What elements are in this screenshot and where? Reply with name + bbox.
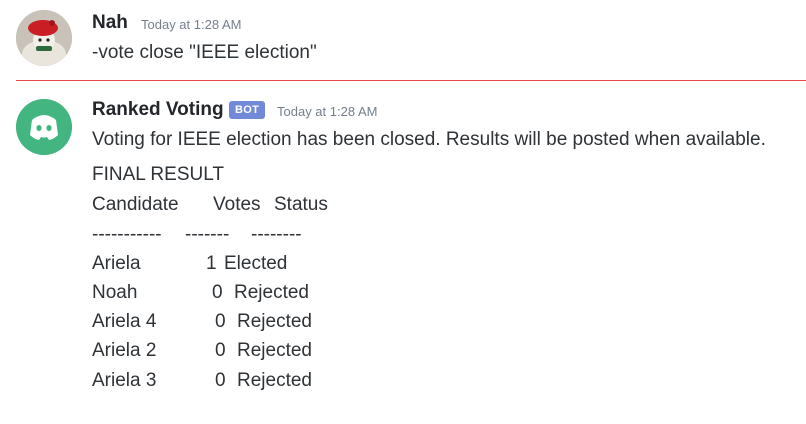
new-messages-divider bbox=[16, 80, 806, 81]
bot-author[interactable]: Ranked Voting bbox=[92, 99, 224, 121]
cell-votes: 0 bbox=[215, 340, 226, 361]
cell-votes: 0 bbox=[215, 311, 226, 332]
cell-status: Rejected bbox=[237, 340, 312, 361]
cell-candidate: Noah bbox=[92, 282, 138, 303]
table-row: Ariela 1 Elected bbox=[92, 253, 392, 277]
bot-avatar[interactable] bbox=[16, 99, 72, 155]
cell-status: Rejected bbox=[234, 282, 309, 303]
table-row: Noah 0 Rejected bbox=[92, 282, 392, 306]
table-row: Ariela 2 0 Rejected bbox=[92, 340, 392, 364]
header-candidate: Candidate bbox=[92, 194, 179, 215]
divider-votes: ------- bbox=[185, 224, 230, 245]
cell-candidate: Ariela 2 bbox=[92, 340, 157, 361]
table-row: Ariela 3 0 Rejected bbox=[92, 370, 392, 394]
result-table-header: Candidate Votes Status bbox=[92, 194, 392, 218]
divider-candidate: ----------- bbox=[92, 224, 162, 245]
user-avatar-icon bbox=[16, 10, 72, 66]
bot-message-content: Voting for IEEE election has been closed… bbox=[92, 129, 766, 150]
cell-status: Rejected bbox=[237, 311, 312, 332]
cell-candidate: Ariela 4 bbox=[92, 311, 157, 332]
cell-votes: 0 bbox=[212, 282, 223, 303]
cell-candidate: Ariela bbox=[92, 253, 141, 274]
message-author[interactable]: Nah bbox=[92, 12, 128, 34]
result-title: FINAL RESULT bbox=[92, 164, 224, 185]
cell-candidate: Ariela 3 bbox=[92, 370, 157, 391]
cell-status: Elected bbox=[224, 253, 288, 274]
message-timestamp: Today at 1:28 AM bbox=[141, 17, 242, 32]
message-content: -vote close "IEEE election" bbox=[92, 42, 317, 63]
cell-votes: 1 bbox=[206, 253, 217, 274]
header-votes: Votes bbox=[213, 194, 261, 215]
cell-votes: 0 bbox=[215, 370, 226, 391]
header-status: Status bbox=[274, 194, 328, 215]
discord-logo-icon bbox=[16, 99, 72, 155]
cell-status: Rejected bbox=[237, 370, 312, 391]
bot-message-timestamp: Today at 1:28 AM bbox=[277, 104, 378, 119]
table-row: Ariela 4 0 Rejected bbox=[92, 311, 392, 335]
user-avatar[interactable] bbox=[16, 10, 72, 66]
bot-badge: BOT bbox=[229, 101, 266, 119]
result-table-divider: ----------- ------- -------- bbox=[92, 224, 392, 248]
divider-status: -------- bbox=[251, 224, 302, 245]
